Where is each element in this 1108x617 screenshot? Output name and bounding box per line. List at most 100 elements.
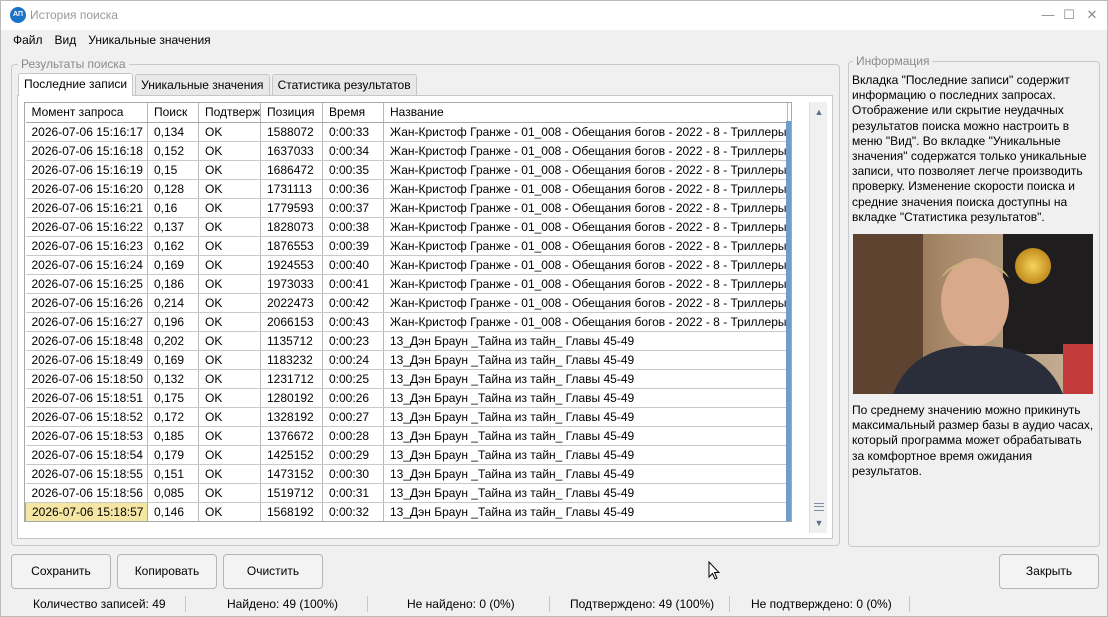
cell-request-time: 2026-07-06 15:18:56: [25, 483, 148, 503]
cell-request-time: 2026-07-06 15:18:50: [25, 369, 148, 389]
cell-confirmed: OK: [198, 464, 261, 484]
column-header-search[interactable]: Поиск: [147, 103, 199, 123]
close-icon[interactable]: ✕: [1080, 4, 1104, 26]
column-header-confirmed[interactable]: Подтверж: [198, 103, 261, 123]
status-divider: [909, 596, 910, 612]
column-header-time[interactable]: Время: [322, 103, 384, 123]
cell-name: Жан-Кристоф Гранже - 01_008 - Обещания б…: [383, 179, 788, 199]
cell-search: 0,134: [147, 122, 199, 142]
cell-request-time: 2026-07-06 15:18:51: [25, 388, 148, 408]
table-row[interactable]: 2026-07-06 15:18:55 0,151 OK 1473152 0:00:30…: [25, 464, 788, 484]
cell-name: Жан-Кристоф Гранже - 01_008 - Обещания б…: [383, 198, 788, 218]
cell-search: 0,15: [147, 160, 199, 180]
menu-file[interactable]: Файл: [7, 30, 49, 50]
table-row[interactable]: 2026-07-06 15:16:27 0,196 OK 2066153 0:00:43…: [25, 312, 788, 332]
cell-request-time: 2026-07-06 15:16:26: [25, 293, 148, 313]
menu-view[interactable]: Вид: [49, 30, 83, 50]
cell-request-time: 2026-07-06 15:18:53: [25, 426, 148, 446]
cell-search: 0,186: [147, 274, 199, 294]
cell-time: 0:00:39: [322, 236, 384, 256]
cell-confirmed: OK: [198, 160, 261, 180]
cell-name: Жан-Кристоф Гранже - 01_008 - Обещания б…: [383, 255, 788, 275]
table-row[interactable]: 2026-07-06 15:18:53 0,185 OK 1376672 0:00:28…: [25, 426, 788, 446]
clear-button[interactable]: Очистить: [223, 554, 323, 589]
status-divider: [367, 596, 368, 612]
cell-search: 0,179: [147, 445, 199, 465]
save-button[interactable]: Сохранить: [11, 554, 111, 589]
cell-time: 0:00:42: [322, 293, 384, 313]
status-not-found: Не найдено: 0 (0%): [407, 597, 515, 611]
table-row[interactable]: 2026-07-06 15:16:18 0,152 OK 1637033 0:00:34…: [25, 141, 788, 161]
table-row[interactable]: 2026-07-06 15:18:57 0,146 OK 1568192 0:00:32…: [25, 501, 788, 521]
cell-time: 0:00:24: [322, 350, 384, 370]
cell-time: 0:00:32: [322, 502, 384, 521]
table-row[interactable]: 2026-07-06 15:16:22 0,137 OK 1828073 0:00:38…: [25, 217, 788, 237]
cell-search: 0,16: [147, 198, 199, 218]
cell-search: 0,085: [147, 483, 199, 503]
table-row[interactable]: 2026-07-06 15:18:48 0,202 OK 1135712 0:00:23…: [25, 331, 788, 351]
close-button[interactable]: Закрыть: [999, 554, 1099, 589]
scroll-thumb-grip-icon[interactable]: [814, 503, 824, 511]
cell-request-time: 2026-07-06 15:16:23: [25, 236, 148, 256]
table-row[interactable]: 2026-07-06 15:16:26 0,214 OK 2022473 0:00:42…: [25, 293, 788, 313]
tab-unique-values[interactable]: Уникальные значения: [135, 74, 270, 95]
cell-time: 0:00:25: [322, 369, 384, 389]
cell-time: 0:00:35: [322, 160, 384, 180]
table-row[interactable]: 2026-07-06 15:18:54 0,179 OK 1425152 0:00:29…: [25, 445, 788, 465]
table-row[interactable]: 2026-07-06 15:16:17 0,134 OK 1588072 0:00:33…: [25, 122, 788, 142]
cell-name: Жан-Кристоф Гранже - 01_008 - Обещания б…: [383, 274, 788, 294]
cell-name: 13_Дэн Браун _Тайна из тайн_ Главы 45-49: [383, 407, 788, 427]
table-row[interactable]: 2026-07-06 15:18:52 0,172 OK 1328192 0:00:27…: [25, 407, 788, 427]
scroll-down-icon[interactable]: ▼: [812, 516, 826, 530]
cell-position: 1731113: [260, 179, 323, 199]
cell-name: Жан-Кристоф Гранже - 01_008 - Обещания б…: [383, 141, 788, 161]
table-row[interactable]: 2026-07-06 15:16:25 0,186 OK 1973033 0:00:41…: [25, 274, 788, 294]
table-row[interactable]: 2026-07-06 15:16:24 0,169 OK 1924553 0:00:40…: [25, 255, 788, 275]
table-row[interactable]: 2026-07-06 15:18:51 0,175 OK 1280192 0:00:26…: [25, 388, 788, 408]
tab-recent-records[interactable]: Последние записи: [18, 73, 134, 96]
table-row[interactable]: 2026-07-06 15:16:23 0,162 OK 1876553 0:00:39…: [25, 236, 788, 256]
results-tabs: Последние записи Уникальные значения Ста…: [18, 73, 419, 96]
app-logo-icon: АП: [10, 7, 26, 23]
title-bar[interactable]: АП История поиска — ☐ ✕: [1, 1, 1107, 30]
copy-button[interactable]: Копировать: [117, 554, 217, 589]
cell-time: 0:00:37: [322, 198, 384, 218]
cell-time: 0:00:43: [322, 312, 384, 332]
cell-request-time: 2026-07-06 15:16:22: [25, 217, 148, 237]
cell-confirmed: OK: [198, 350, 261, 370]
table-row[interactable]: 2026-07-06 15:18:56 0,085 OK 1519712 0:00:31…: [25, 483, 788, 503]
cell-search: 0,162: [147, 236, 199, 256]
cell-time: 0:00:41: [322, 274, 384, 294]
cell-confirmed: OK: [198, 369, 261, 389]
status-divider: [549, 596, 550, 612]
cell-name: Жан-Кристоф Гранже - 01_008 - Обещания б…: [383, 312, 788, 332]
tab-results-statistics[interactable]: Статистика результатов: [271, 74, 417, 95]
scroll-up-icon[interactable]: ▲: [812, 105, 826, 119]
column-header-name[interactable]: Название: [383, 103, 788, 123]
column-header-request-time[interactable]: Момент запроса: [25, 103, 148, 123]
cell-confirmed: OK: [198, 445, 261, 465]
cell-time: 0:00:23: [322, 331, 384, 351]
grid-scrollbar[interactable]: ▲ ▼: [809, 102, 827, 533]
mouse-cursor-icon: [708, 561, 720, 580]
records-grid[interactable]: Момент запроса Поиск Подтверж Позиция Вр…: [24, 102, 792, 522]
cell-name: Жан-Кристоф Гранже - 01_008 - Обещания б…: [383, 217, 788, 237]
column-header-position[interactable]: Позиция: [260, 103, 323, 123]
table-row[interactable]: 2026-07-06 15:18:50 0,132 OK 1231712 0:00:25…: [25, 369, 788, 389]
cell-request-time: 2026-07-06 15:16:18: [25, 141, 148, 161]
cell-search: 0,169: [147, 255, 199, 275]
maximize-icon[interactable]: ☐: [1057, 4, 1081, 26]
cell-position: 1473152: [260, 464, 323, 484]
status-divider: [729, 596, 730, 612]
cell-name: 13_Дэн Браун _Тайна из тайн_ Главы 45-49: [383, 483, 788, 503]
cell-name: 13_Дэн Браун _Тайна из тайн_ Главы 45-49: [383, 464, 788, 484]
cell-time: 0:00:29: [322, 445, 384, 465]
menu-unique-values[interactable]: Уникальные значения: [82, 30, 216, 50]
status-not-confirmed: Не подтверждено: 0 (0%): [751, 597, 892, 611]
table-row[interactable]: 2026-07-06 15:16:21 0,16 OK 1779593 0:00:37 Ж…: [25, 198, 788, 218]
table-row[interactable]: 2026-07-06 15:16:20 0,128 OK 1731113 0:00:36…: [25, 179, 788, 199]
table-row[interactable]: 2026-07-06 15:18:49 0,169 OK 1183232 0:00:24…: [25, 350, 788, 370]
table-row[interactable]: 2026-07-06 15:16:19 0,15 OK 1686472 0:00:35 Ж…: [25, 160, 788, 180]
window-title: История поиска: [30, 8, 118, 22]
cell-position: 1183232: [260, 350, 323, 370]
